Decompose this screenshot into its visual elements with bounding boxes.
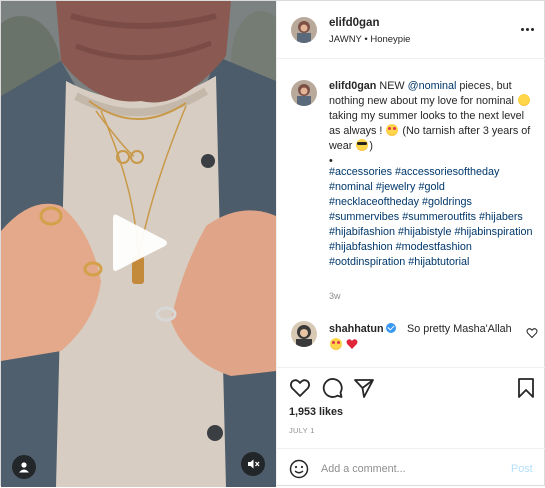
post-caption: elifd0gan NEW @nominal pieces, but nothi… [329,79,537,169]
comment-username-text[interactable]: shahhatun [329,323,384,335]
mute-button[interactable] [241,452,265,476]
hashtag-link[interactable]: #accessories [329,166,392,178]
hashtag-link[interactable]: #hijabers [479,211,523,223]
comment-input[interactable] [321,459,501,479]
post-video[interactable] [1,1,276,487]
post-date[interactable]: JULY 1 [289,426,315,435]
comment-text: So pretty Masha'Allah [407,323,512,335]
hashtag-link[interactable]: #hijabistyle [398,226,451,238]
bookmark-icon[interactable] [515,377,537,399]
play-icon[interactable] [113,213,169,273]
red-heart-emoji-icon [346,339,358,349]
add-comment-bar: Post [277,448,545,488]
hashtag-list: #accessories #accessoriesoftheday #nomin… [329,165,537,270]
hashtag-link[interactable]: #gold [418,181,444,193]
smiley-icon[interactable] [289,459,309,479]
instagram-post: elifd0gan JAWNY • Honeypie elifd0gan NEW… [0,0,545,487]
post-header: elifd0gan JAWNY • Honeypie [277,1,545,59]
likes-count[interactable]: 1,953 likes [289,406,343,418]
caption-avatar[interactable] [291,80,317,106]
comment-username[interactable]: shahhatun [329,323,396,335]
comment-like-heart-icon[interactable] [526,327,538,339]
speaker-muted-icon [247,459,259,469]
caption-timestamp[interactable]: 3w [329,291,341,301]
heart-outline-icon[interactable] [289,377,311,399]
hashtag-link[interactable]: #hijabinspiration [454,226,532,238]
hashtag-link[interactable]: #necklaceoftheday [329,196,419,208]
hashtag-link[interactable]: #summeroutfits [402,211,476,223]
avatar[interactable] [291,17,317,43]
hashtag-link[interactable]: #goldrings [422,196,472,208]
smiling-face-icon [517,94,530,106]
hashtag-link[interactable]: #hijabtutorial [408,256,469,268]
audio-track-link[interactable]: JAWNY • Honeypie [329,34,410,45]
comment-emojis [329,338,358,351]
hashtag-link[interactable]: #ootdinspiration [329,256,405,268]
post-details-panel: elifd0gan JAWNY • Honeypie elifd0gan NEW… [276,1,545,487]
caption-text: NEW [379,80,408,92]
verified-badge-icon [385,323,396,333]
hashtag-link[interactable]: #hijabifashion [329,226,395,238]
hashtag-link[interactable]: #accessoriesoftheday [395,166,499,178]
hashtag-link[interactable]: #summervibes [329,211,399,223]
comment-avatar[interactable] [291,321,317,347]
post-actions: 1,953 likes JULY 1 Post [277,367,545,487]
hashtag-link[interactable]: #jewelry [376,181,416,193]
more-options-button[interactable] [517,21,537,37]
paper-plane-icon[interactable] [353,377,375,399]
caption-text: ) [369,140,374,152]
heart-eyes-emoji-icon [386,124,399,136]
post-comment-button[interactable]: Post [511,463,533,475]
mention-link[interactable]: @nominal [408,80,457,92]
more-horizontal-icon [520,27,524,31]
hashtag-link[interactable]: #nominal [329,181,373,193]
heart-eyes-emoji-icon [330,338,342,350]
sunglasses-emoji-icon [356,139,369,151]
hashtag-link[interactable]: #hijabfashion [329,241,393,253]
user-tag-button[interactable] [12,455,36,479]
comment-bubble-icon[interactable] [321,377,343,399]
hashtag-link[interactable]: #modestfashion [396,241,472,253]
caption-username[interactable]: elifd0gan [329,80,376,92]
header-username[interactable]: elifd0gan [329,17,379,29]
user-icon [19,462,29,473]
